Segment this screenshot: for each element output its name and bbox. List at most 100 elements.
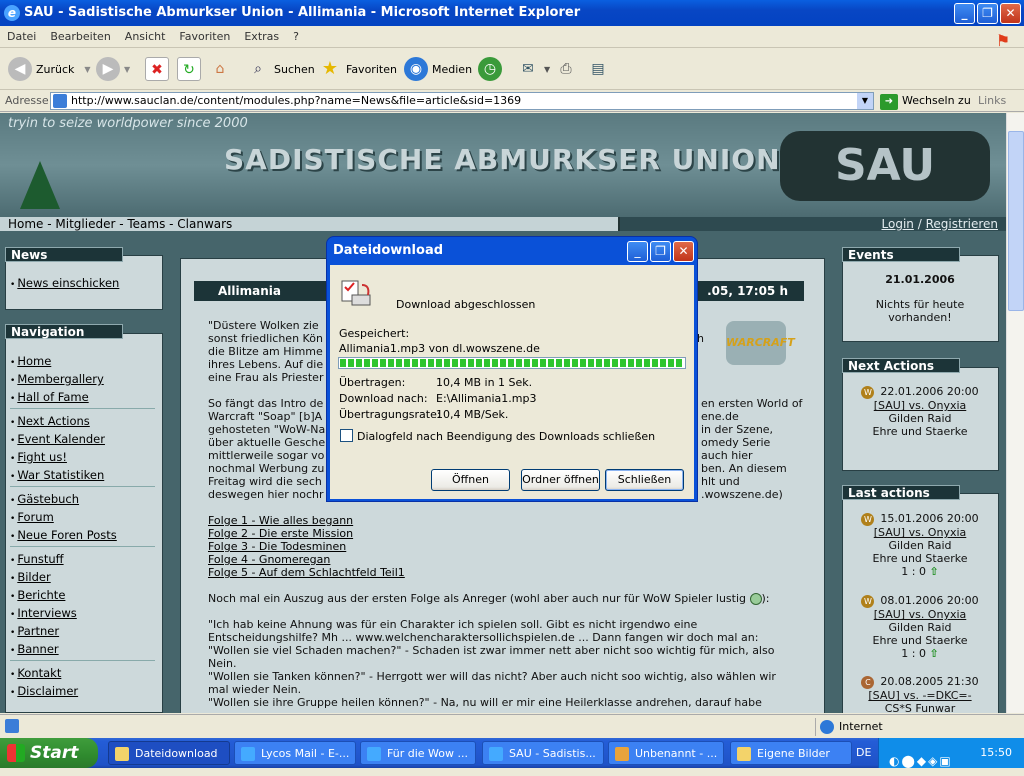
nav-event-kalender[interactable]: Event Kalender [10, 432, 105, 446]
menu-favoriten[interactable]: Favoriten [172, 26, 237, 47]
top-nav-links[interactable]: Home - Mitglieder - Teams - Clanwars [8, 217, 232, 231]
search-icon: ⌕ [254, 61, 262, 77]
open-folder-button[interactable]: Ordner öffnen [521, 469, 600, 491]
dialog-close-button[interactable]: ✕ [673, 241, 694, 262]
task-dateidownload[interactable]: Dateidownload [108, 741, 230, 765]
scrollbar-thumb[interactable] [1008, 131, 1024, 311]
close-dialog-button[interactable]: Schließen [605, 469, 684, 491]
nav-banner[interactable]: Banner [10, 642, 58, 656]
menu-extras[interactable]: Extras [237, 26, 286, 47]
vertical-scrollbar[interactable] [1006, 113, 1024, 713]
last-actions-header: Last actions [842, 485, 960, 500]
open-button[interactable]: Öffnen [431, 469, 510, 491]
menu-ansicht[interactable]: Ansicht [118, 26, 173, 47]
address-label: Adresse [5, 94, 49, 107]
date-text: 08.01.2006 20:00 [880, 594, 979, 607]
news-panel: News einschicken [5, 255, 163, 310]
task-eigene-bilder[interactable]: Eigene Bilder [730, 741, 852, 765]
task-label: SAU - Sadistis... [509, 747, 596, 760]
text-line: über aktuelle Gesche [208, 436, 326, 449]
dropdown-arrow-icon[interactable]: ▼ [544, 65, 550, 74]
go-button[interactable]: ➜ Wechseln zu [880, 92, 971, 110]
navigation-header: Navigation [5, 324, 123, 339]
address-input[interactable]: http://www.sauclan.de/content/modules.ph… [50, 92, 874, 110]
nav-berichte[interactable]: Berichte [10, 588, 65, 602]
nav-fight-us[interactable]: Fight us! [10, 450, 67, 464]
task-unbenannt[interactable]: Unbenannt - ... [608, 741, 724, 765]
refresh-button[interactable]: ↻ [177, 56, 205, 82]
last-action-match[interactable]: [SAU] vs. -=DKC=- [848, 689, 992, 702]
nav-bilder[interactable]: Bilder [10, 570, 50, 584]
language-indicator[interactable]: DE [856, 738, 871, 768]
close-button[interactable]: ✕ [1000, 3, 1021, 24]
nav-disclaimer[interactable]: Disclaimer [10, 684, 78, 698]
episode-link[interactable]: Folge 4 - Gnomeregan [208, 553, 330, 566]
nav-kontakt[interactable]: Kontakt [10, 666, 61, 680]
nav-membergallery[interactable]: Membergallery [10, 372, 103, 386]
divider [10, 408, 155, 409]
register-link[interactable]: Registrieren [926, 217, 998, 231]
text-line: Freitag wird die sech [208, 475, 322, 488]
links-button[interactable]: Links [978, 94, 1006, 107]
nav-next-actions[interactable]: Next Actions [10, 414, 89, 428]
login-link[interactable]: Login [882, 217, 914, 231]
menu-help[interactable]: ? [286, 26, 306, 47]
news-submit-link[interactable]: News einschicken [10, 276, 119, 290]
media-label: Medien [432, 62, 473, 76]
minimize-button[interactable]: _ [954, 3, 975, 24]
nav-interviews[interactable]: Interviews [10, 606, 76, 620]
saved-file: Allimania1.mp3 von dl.wowszene.de [339, 342, 540, 355]
task-fuer-die-wow[interactable]: Für die Wow ... [360, 741, 476, 765]
maximize-button[interactable]: ❐ [977, 3, 998, 24]
mail-button[interactable]: ✉ ▼ [516, 56, 550, 82]
close-after-download-label[interactable]: Dialogfeld nach Beendigung des Downloads… [357, 430, 655, 443]
nav-partner[interactable]: Partner [10, 624, 59, 638]
wow-icon: W [861, 512, 875, 526]
task-sau[interactable]: SAU - Sadistis... [482, 741, 604, 765]
close-after-download-checkbox[interactable] [340, 429, 353, 442]
article-title: Allimania [218, 284, 281, 298]
nav-neue-foren-posts[interactable]: Neue Foren Posts [10, 528, 117, 542]
last-action-match[interactable]: [SAU] vs. Onyxia [848, 526, 992, 539]
history-button[interactable]: ◷ [478, 56, 506, 82]
nav-war-statistiken[interactable]: War Statistiken [10, 468, 104, 482]
last-action-match[interactable]: [SAU] vs. Onyxia [848, 608, 992, 621]
print-button[interactable]: ⎙ [554, 56, 582, 82]
address-dropdown-icon[interactable]: ▼ [857, 93, 873, 109]
menu-bearbeiten[interactable]: Bearbeiten [43, 26, 117, 47]
start-button[interactable]: Start [0, 738, 98, 768]
back-button[interactable]: ◀ Zurück ▼ [8, 56, 91, 82]
episode-link[interactable]: Folge 1 - Wie alles begann [208, 514, 353, 527]
divider [10, 660, 155, 661]
media-button[interactable]: ◉ Medien [404, 56, 472, 82]
dropdown-arrow-icon[interactable]: ▼ [124, 65, 130, 74]
nav-forum[interactable]: Forum [10, 510, 53, 524]
task-label: Unbenannt - ... [635, 747, 718, 760]
text-line: sonst friedlichen Kön [208, 332, 323, 345]
dialog-maximize-button[interactable]: ❐ [650, 241, 671, 262]
nav-gaestebuch[interactable]: Gästebuch [10, 492, 79, 506]
home-button[interactable]: ⌂ [208, 56, 236, 82]
forward-button[interactable]: ▶ ▼ [96, 56, 130, 82]
next-action-date: W 22.01.2006 20:00 [848, 385, 992, 399]
search-button[interactable]: ⌕ Suchen [246, 56, 315, 82]
menu-datei[interactable]: Datei [0, 26, 43, 47]
last-action-date: C 20.08.2005 21:30 [848, 675, 992, 689]
nav-funstuff[interactable]: Funstuff [10, 552, 63, 566]
edit-icon: ▤ [591, 61, 605, 77]
episode-link[interactable]: Folge 5 - Auf dem Schlachtfeld Teil1 [208, 566, 405, 579]
dialog-minimize-button[interactable]: _ [627, 241, 648, 262]
date-text: 22.01.2006 20:00 [880, 385, 979, 398]
episode-link[interactable]: Folge 2 - Die erste Mission [208, 527, 353, 540]
edit-button[interactable]: ▤ [586, 56, 614, 82]
stop-button[interactable]: ✖ [145, 56, 173, 82]
nav-home[interactable]: Home [10, 354, 51, 368]
tray-icons[interactable]: ◐⬤◆◈▣ [889, 746, 953, 776]
nav-hall-of-fame[interactable]: Hall of Fame [10, 390, 88, 404]
dropdown-arrow-icon[interactable]: ▼ [84, 65, 90, 74]
next-action-match[interactable]: [SAU] vs. Onyxia [848, 399, 992, 412]
window-titlebar[interactable]: e SAU - Sadistische Abmurkser Union - Al… [0, 0, 1024, 26]
task-lycos-mail[interactable]: Lycos Mail - E-... [234, 741, 356, 765]
favorites-button[interactable]: ★ Favoriten [318, 56, 397, 82]
episode-link[interactable]: Folge 3 - Die Todesminen [208, 540, 346, 553]
